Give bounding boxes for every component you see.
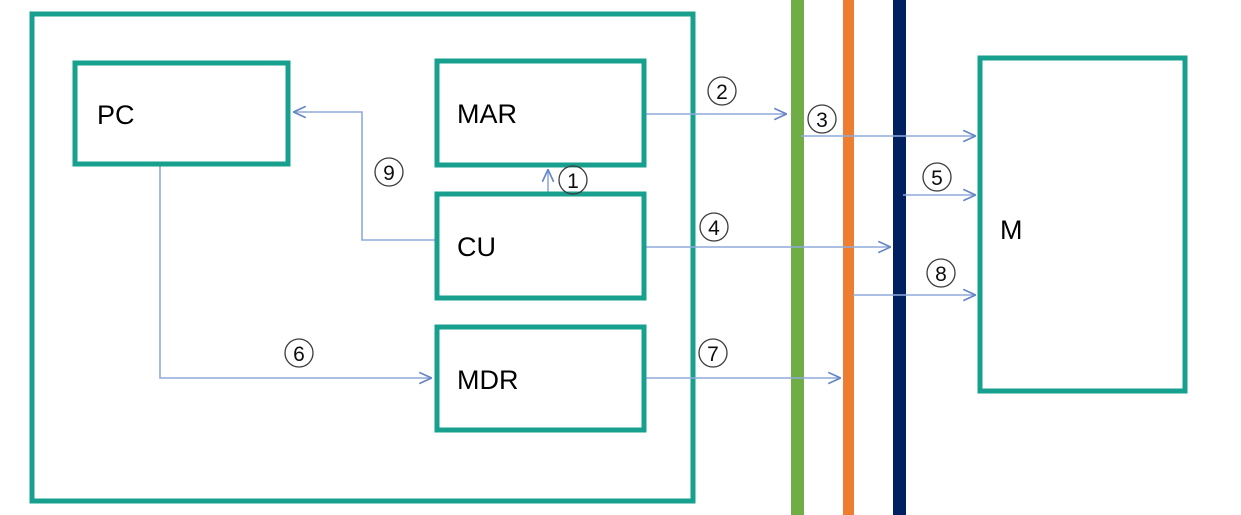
box-mar-label: MAR: [457, 99, 517, 129]
step-marker-1: 1: [558, 165, 588, 195]
svg-text:4: 4: [708, 217, 720, 240]
box-cu-label: CU: [457, 232, 496, 262]
connector-9: [294, 112, 437, 241]
step-marker-7: 7: [698, 338, 728, 368]
data-bus-bar: [843, 0, 854, 515]
step-marker-5: 5: [922, 162, 952, 192]
step-marker-9: 9: [374, 157, 404, 187]
step-marker-4: 4: [699, 212, 729, 242]
cpu-memory-diagram: PC MAR CU MDR M 1 2 3 4 5 6 7 8 9: [29, 0, 1188, 515]
step-marker-8: 8: [926, 258, 956, 288]
box-m-label: M: [1000, 215, 1023, 245]
step-marker-3: 3: [807, 104, 837, 134]
step-marker-6: 6: [284, 338, 314, 368]
svg-text:6: 6: [293, 343, 305, 366]
address-bus-bar: [791, 0, 804, 515]
box-mdr-label: MDR: [457, 365, 519, 395]
box-pc-label: PC: [97, 100, 135, 130]
svg-text:2: 2: [716, 81, 728, 104]
control-bus-bar: [893, 0, 906, 515]
svg-text:3: 3: [816, 109, 828, 132]
svg-text:7: 7: [707, 343, 719, 366]
diagram-canvas: PC MAR CU MDR M 1 2 3 4 5 6 7 8 9: [0, 0, 1241, 515]
svg-text:5: 5: [931, 167, 943, 190]
svg-text:9: 9: [383, 162, 395, 185]
svg-text:8: 8: [935, 263, 947, 286]
svg-text:1: 1: [567, 170, 579, 193]
step-marker-2: 2: [707, 76, 737, 106]
